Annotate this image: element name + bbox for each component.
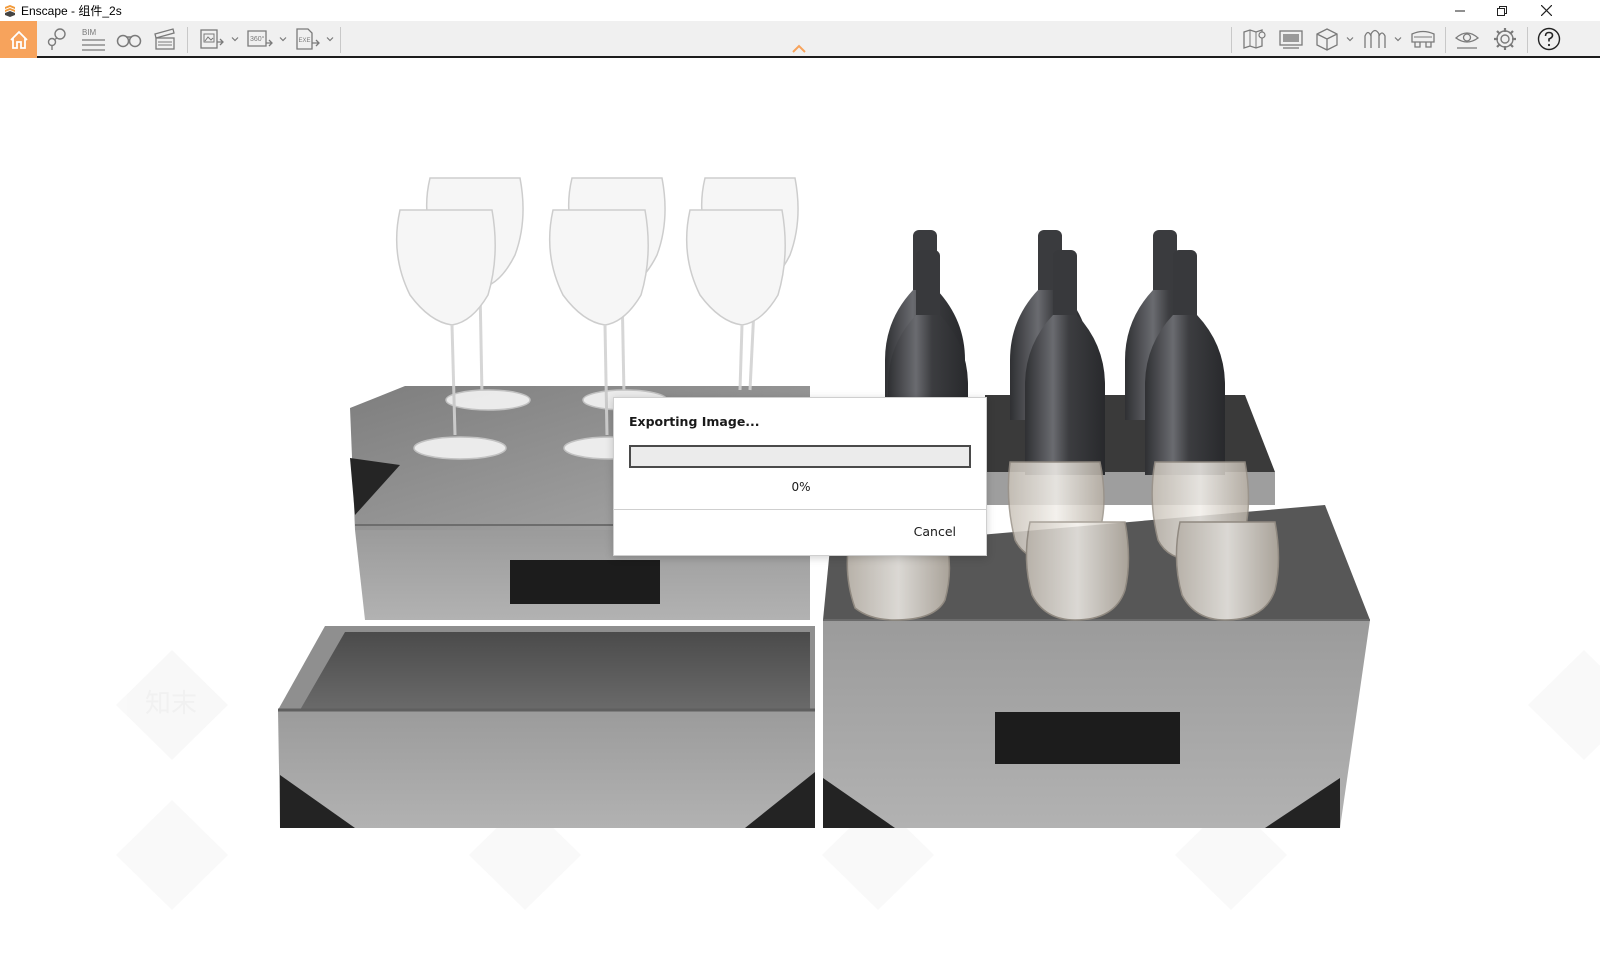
export-progress-bar (629, 445, 971, 468)
dialog-divider (614, 509, 986, 510)
export-progress-dialog: Exporting Image... 0% Cancel (613, 397, 987, 556)
dialog-title: Exporting Image... (629, 414, 760, 429)
progress-percent: 0% (791, 480, 811, 494)
modal-overlay: Exporting Image... 0% Cancel (0, 0, 1600, 954)
cancel-button[interactable]: Cancel (914, 524, 956, 539)
